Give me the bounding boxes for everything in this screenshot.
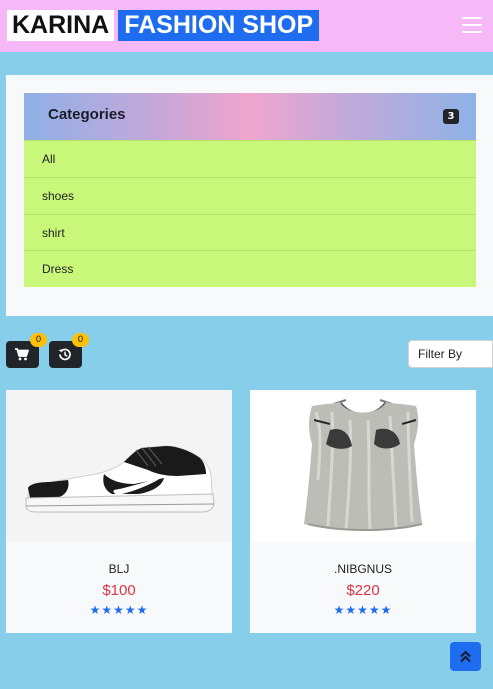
brand-logo[interactable]: KARINA FASHION SHOP [7,10,320,41]
brand-name-part2: FASHION SHOP [118,10,320,41]
categories-panel: Categories 3 All shoes shirt Dress [6,75,493,316]
category-item-all[interactable]: All [24,140,476,177]
category-item-shoes[interactable]: shoes [24,176,476,214]
product-price: $220 [346,582,380,599]
product-name[interactable]: .NIBGNUS [250,562,476,576]
categories-count-badge: 3 [443,109,459,124]
knit-top-image[interactable] [250,390,476,542]
categories-card: Categories 3 All shoes shirt Dress [24,93,476,287]
hamburger-icon[interactable] [462,17,482,33]
category-item-shirt[interactable]: shirt [24,213,476,251]
product-price: $100 [102,582,136,599]
rating-stars: ★★★★★ [89,603,149,617]
rating-stars: ★★★★★ [333,603,393,617]
category-item-dress[interactable]: Dress [24,250,476,287]
sneaker-image[interactable] [6,390,232,542]
history-count-badge: 0 [72,333,89,347]
cart-count-badge: 0 [30,333,47,347]
navbar: KARINA FASHION SHOP [0,0,493,52]
product-name[interactable]: BLJ [6,562,232,576]
brand-name-part1: KARINA [7,10,115,41]
filter-dropdown[interactable]: Filter By [408,340,493,368]
product-card[interactable]: BLJ $100 ★★★★★ [6,390,232,633]
categories-title: Categories [48,106,126,123]
categories-header: Categories 3 [24,93,476,140]
product-card[interactable]: .NIBGNUS $220 ★★★★★ [250,390,476,633]
double-chevron-up-icon [460,650,471,663]
history-icon [58,348,71,361]
scroll-to-top-button[interactable] [450,642,481,671]
cart-icon [15,348,29,361]
